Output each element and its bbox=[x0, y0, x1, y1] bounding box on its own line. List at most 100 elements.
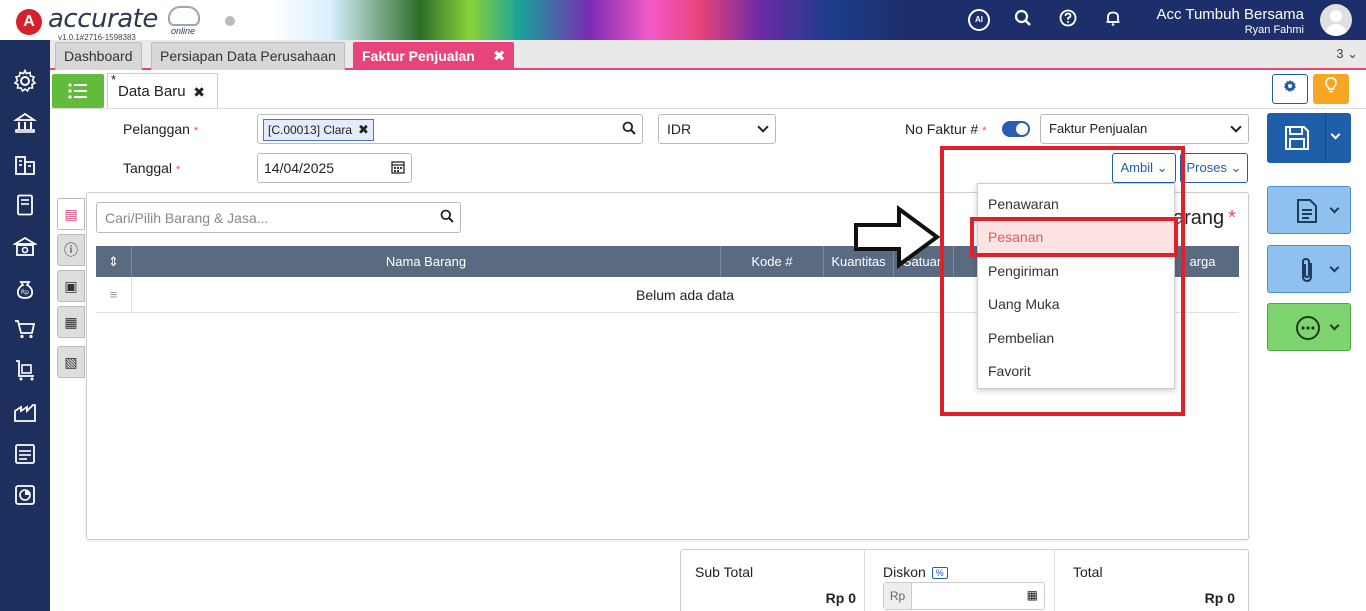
sort-icon[interactable]: ⇕ bbox=[96, 246, 132, 277]
chevron-down-icon: ⌄ bbox=[1226, 160, 1242, 175]
tab-count[interactable]: 3 ⌄ bbox=[1336, 46, 1358, 62]
auto-number-toggle[interactable] bbox=[1002, 121, 1030, 137]
percent-toggle[interactable]: % bbox=[931, 567, 948, 580]
search-placeholder: Cari/Pilih Barang & Jasa... bbox=[105, 210, 269, 226]
diskon-input[interactable]: Rp ▦ bbox=[883, 582, 1045, 610]
tips-button[interactable] bbox=[1313, 74, 1349, 104]
totals-panel: Sub Total Rp 0 Diskon% Rp ▦ Total Rp 0 bbox=[680, 549, 1249, 611]
report-chart-icon[interactable] bbox=[13, 483, 37, 507]
chevron-down-icon bbox=[1329, 203, 1340, 214]
item-search-input[interactable]: Cari/Pilih Barang & Jasa... bbox=[96, 202, 461, 233]
user-name: Ryan Fahmi bbox=[1244, 24, 1304, 36]
logo-subtext: online bbox=[171, 26, 196, 36]
total-label: Total bbox=[1073, 564, 1103, 580]
chevron-down-icon[interactable] bbox=[1330, 129, 1341, 140]
split-divider bbox=[1325, 113, 1326, 163]
list-icon bbox=[68, 83, 87, 99]
money-bag-icon[interactable]: Rp bbox=[13, 277, 37, 301]
total-value: Rp 0 bbox=[1204, 590, 1235, 606]
vtab-customer[interactable]: ▣ bbox=[57, 270, 85, 302]
subtab-label: Data Baru bbox=[118, 83, 186, 100]
settings-button[interactable] bbox=[1272, 74, 1308, 104]
close-icon[interactable]: ✖ bbox=[193, 74, 205, 110]
search-icon[interactable] bbox=[622, 121, 636, 138]
tanggal-value: 14/04/2025 bbox=[264, 160, 335, 176]
calendar-icon[interactable] bbox=[391, 160, 405, 177]
trolley-icon[interactable] bbox=[13, 358, 37, 382]
column-nama-barang[interactable]: Nama Barang bbox=[132, 246, 721, 277]
lightbulb-icon bbox=[1325, 77, 1337, 93]
diskon-section: Diskon% Rp ▦ bbox=[865, 550, 1055, 611]
close-icon[interactable]: ✖ bbox=[493, 48, 506, 65]
tab-persiapan-data[interactable]: Persiapan Data Perusahaan bbox=[151, 42, 345, 70]
faktur-type-select[interactable]: Faktur Penjualan bbox=[1040, 114, 1249, 144]
book-icon[interactable] bbox=[13, 193, 37, 217]
ai-icon[interactable]: AI bbox=[968, 9, 990, 31]
vtab-items[interactable]: ▤ bbox=[57, 198, 85, 230]
avatar[interactable] bbox=[1320, 4, 1352, 36]
chevron-down-icon bbox=[757, 121, 769, 133]
logo-text: accurate bbox=[48, 4, 158, 34]
building-icon[interactable] bbox=[13, 153, 37, 177]
currency-select[interactable]: IDR bbox=[658, 114, 776, 144]
remove-chip-icon[interactable]: ✖ bbox=[358, 122, 369, 137]
vtab-info[interactable]: ⓘ bbox=[57, 234, 85, 266]
sidebar: Rp bbox=[0, 40, 50, 611]
list-view-button[interactable] bbox=[52, 74, 104, 108]
chip-label: [C.00013] Clara bbox=[268, 123, 353, 137]
bank-icon[interactable] bbox=[13, 111, 37, 135]
customer-chip[interactable]: [C.00013] Clara ✖ bbox=[263, 119, 374, 141]
info-icon: ⓘ bbox=[64, 242, 78, 258]
tab-faktur-penjualan[interactable]: Faktur Penjualan ✖ bbox=[353, 42, 515, 70]
top-bar: A accurate online v1.0.1#2716-1598383 AI… bbox=[0, 0, 1366, 42]
tab-bar: Dashboard Persiapan Data Perusahaan Fakt… bbox=[50, 40, 1366, 70]
more-options-button[interactable] bbox=[1267, 303, 1351, 351]
faktur-type-value: Faktur Penjualan bbox=[1049, 121, 1148, 136]
help-icon[interactable] bbox=[1057, 9, 1079, 31]
drag-handle-icon[interactable]: ≡ bbox=[96, 277, 132, 313]
tax-icon[interactable] bbox=[13, 442, 37, 466]
customer-field[interactable]: [C.00013] Clara ✖ bbox=[257, 114, 643, 144]
proses-button[interactable]: Proses ⌄ bbox=[1180, 153, 1248, 183]
diskon-label: Diskon% bbox=[883, 564, 948, 580]
settings-gear-icon[interactable] bbox=[13, 68, 37, 93]
tanggal-field[interactable]: 14/04/2025 bbox=[257, 153, 412, 183]
search-icon[interactable] bbox=[1012, 9, 1034, 31]
search-icon[interactable] bbox=[440, 209, 454, 226]
factory-icon[interactable] bbox=[13, 400, 37, 424]
document-icon: ▤ bbox=[64, 206, 78, 222]
calculator-icon[interactable]: ▦ bbox=[1027, 588, 1038, 602]
cart-icon[interactable] bbox=[13, 317, 37, 341]
chevron-down-icon bbox=[1329, 320, 1340, 331]
column-kode[interactable]: Kode # bbox=[721, 246, 824, 277]
tab-label: Dashboard bbox=[64, 48, 133, 64]
document-icon bbox=[1297, 199, 1317, 223]
finance-building-icon[interactable] bbox=[11, 235, 39, 259]
tab-dashboard[interactable]: Dashboard bbox=[55, 42, 142, 70]
subtab-data-baru[interactable]: * Data Baru ✖ bbox=[107, 72, 218, 110]
vtab-costs[interactable]: ▦ bbox=[57, 306, 85, 338]
unsaved-marker: * bbox=[111, 72, 117, 87]
proses-label: Proses bbox=[1186, 160, 1227, 175]
print-document-button[interactable] bbox=[1267, 186, 1351, 234]
subtotal-section: Sub Total Rp 0 bbox=[681, 550, 865, 611]
empty-state-text: Belum ada data bbox=[636, 287, 735, 303]
chevron-down-icon bbox=[1329, 262, 1340, 273]
annotation-arrow-icon bbox=[854, 205, 941, 269]
logo-mark: A bbox=[16, 9, 42, 35]
tanggal-label: Tanggal * bbox=[123, 160, 181, 176]
currency-prefix: Rp bbox=[884, 583, 912, 609]
more-icon bbox=[1296, 316, 1320, 340]
vtab-payment[interactable]: ▧ bbox=[57, 346, 85, 378]
divider bbox=[50, 108, 1366, 109]
attachment-button[interactable] bbox=[1267, 245, 1351, 293]
currency-value: IDR bbox=[667, 121, 692, 137]
annotation-highlight-item bbox=[970, 217, 1178, 257]
bell-icon[interactable] bbox=[1102, 9, 1124, 31]
company-info[interactable]: Acc Tumbuh Bersama Ryan Fahmi bbox=[1156, 6, 1304, 36]
save-button[interactable] bbox=[1267, 113, 1351, 163]
accurate-logo[interactable]: A accurate online v1.0.1#2716-1598383 bbox=[8, 4, 208, 42]
cost-icon: ▦ bbox=[64, 314, 78, 330]
status-dot bbox=[225, 16, 235, 26]
annotation-highlight-box bbox=[940, 146, 1185, 416]
